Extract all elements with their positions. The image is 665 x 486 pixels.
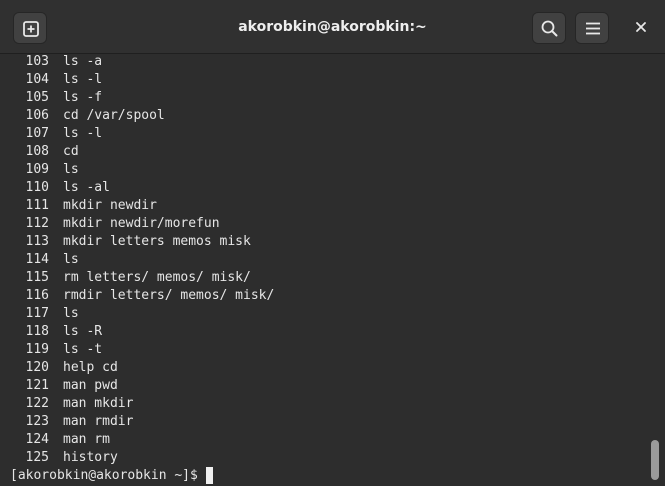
history-number: 106 (25, 108, 49, 123)
header-bar: akorobkin@akorobkin:~ (0, 0, 665, 54)
history-command: mkdir newdir/morefun (63, 216, 220, 231)
history-number: 119 (25, 342, 49, 357)
history-line: 120 help cd (10, 359, 665, 377)
close-icon (636, 22, 646, 32)
history-number: 113 (25, 234, 49, 249)
history-command: man rm (63, 432, 110, 447)
history-line: 108 cd (10, 143, 665, 161)
history-number: 109 (25, 162, 49, 177)
history-command: ls -l (63, 126, 103, 141)
history-line: 119 ls -t (10, 341, 665, 359)
history-command: ls -R (63, 324, 103, 339)
history-line: 109 ls (10, 161, 665, 179)
history-number: 115 (25, 270, 49, 285)
history-command: history (63, 450, 118, 465)
history-line: 114 ls (10, 251, 665, 269)
history-command: ls (63, 252, 79, 267)
history-command: ls -a (63, 54, 103, 69)
history-command: rm letters/ memos/ misk/ (63, 270, 251, 285)
history-list: 103 ls -a 104 ls -l 105 ls -f 106 cd /var/sp… (10, 53, 665, 467)
history-number: 105 (25, 90, 49, 105)
history-number: 111 (25, 198, 49, 213)
history-number: 122 (25, 396, 49, 411)
text-cursor (205, 467, 213, 484)
history-command: ls -t (63, 342, 103, 357)
history-line: 118 ls -R (10, 323, 665, 341)
history-command: mkdir letters memos misk (63, 234, 251, 249)
history-line: 110 ls -al (10, 179, 665, 197)
history-number: 108 (25, 144, 49, 159)
history-line: 117 ls (10, 305, 665, 323)
terminal-window: akorobkin@akorobkin:~ 103ls -a 104ls - (0, 0, 665, 486)
history-number: 123 (25, 414, 49, 429)
history-line: 122 man mkdir (10, 395, 665, 413)
history-line: 104 ls -l (10, 71, 665, 89)
history-command: ls -l (63, 72, 103, 87)
history-number: 118 (25, 324, 49, 339)
history-command: man pwd (63, 378, 118, 393)
history-number: 124 (25, 432, 49, 447)
history-line: 111 mkdir newdir (10, 197, 665, 215)
history-number: 104 (25, 72, 49, 87)
search-button[interactable] (532, 12, 566, 44)
history-number: 107 (25, 126, 49, 141)
search-icon (541, 20, 558, 37)
scrollbar-thumb[interactable] (651, 440, 659, 480)
window-title: akorobkin@akorobkin:~ (238, 19, 427, 35)
history-line: 115 rm letters/ memos/ misk/ (10, 269, 665, 287)
history-command: rmdir letters/ memos/ misk/ (63, 288, 275, 303)
history-line: 123 man rmdir (10, 413, 665, 431)
history-command: ls (63, 162, 79, 177)
history-line: 116 rmdir letters/ memos/ misk/ (10, 287, 665, 305)
history-number: 110 (25, 180, 49, 195)
history-number: 121 (25, 378, 49, 393)
plus-square-icon (23, 21, 39, 37)
history-command: cd (63, 144, 79, 159)
new-tab-button[interactable] (13, 12, 47, 44)
history-number: 125 (25, 450, 49, 465)
shell-prompt: [akorobkin@akorobkin ~]$ (10, 468, 198, 483)
history-command: man mkdir (63, 396, 134, 411)
history-command: ls -al (63, 180, 110, 195)
history-command: man rmdir (63, 414, 134, 429)
menu-button[interactable] (575, 12, 609, 44)
history-number: 112 (25, 216, 49, 231)
history-line: 121 man pwd (10, 377, 665, 395)
history-line: 124 man rm (10, 431, 665, 449)
history-command: ls -f (63, 90, 103, 105)
history-number: 117 (25, 306, 49, 321)
history-line: 107 ls -l (10, 125, 665, 143)
history-number: 116 (25, 288, 49, 303)
history-line: 105 ls -f (10, 89, 665, 107)
close-button[interactable] (628, 14, 654, 40)
history-line: 103 ls -a (10, 53, 665, 71)
history-line: 106 cd /var/spool (10, 107, 665, 125)
terminal-output[interactable]: 103 ls -a 104 ls -l 105 ls -f 106 cd /var/sp… (0, 54, 665, 486)
history-line: 125 history (10, 449, 665, 467)
history-number: 114 (25, 252, 49, 267)
prompt-line[interactable]: [akorobkin@akorobkin ~]$ (10, 467, 665, 485)
hamburger-menu-icon (586, 22, 600, 35)
history-number: 103 (25, 54, 49, 69)
history-line: 112 mkdir newdir/morefun (10, 215, 665, 233)
history-command: help cd (63, 360, 118, 375)
history-line: 113 mkdir letters memos misk (10, 233, 665, 251)
history-command: mkdir newdir (63, 198, 157, 213)
history-number: 120 (25, 360, 49, 375)
history-command: cd /var/spool (63, 108, 165, 123)
history-command: ls (63, 306, 79, 321)
